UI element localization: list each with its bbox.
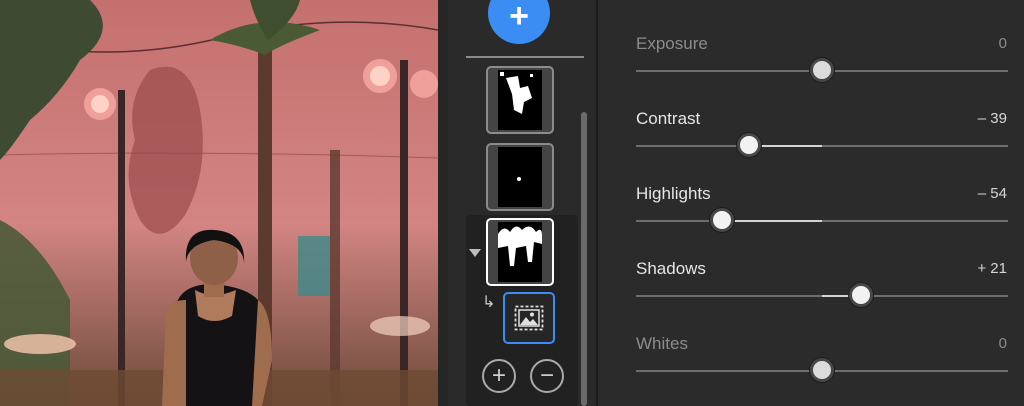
slider-value[interactable]: 0	[999, 35, 1007, 52]
masks-panel: + ↳ + −	[448, 0, 596, 406]
mask-preview	[498, 147, 542, 207]
slider-value[interactable]: – 39	[978, 110, 1007, 127]
subtract-from-mask-button[interactable]: −	[530, 359, 564, 393]
slider-label: Highlights	[636, 184, 711, 203]
slider-value[interactable]: + 21	[977, 260, 1007, 277]
photo-canvas[interactable]	[0, 0, 438, 406]
masked-photo-preview	[0, 0, 438, 406]
slider-row-shadows: Shadows + 21	[636, 259, 1008, 329]
image-mask-icon	[514, 305, 544, 331]
slider-row-whites: Whites 0	[636, 334, 1008, 404]
shadows-slider-track[interactable]	[636, 283, 1008, 307]
mask-preview	[498, 222, 542, 282]
adjustments-panel: Exposure 0 Contrast – 39 Highlights – 54…	[598, 0, 1024, 406]
exposure-slider-thumb[interactable]	[810, 58, 834, 82]
slider-row-highlights: Highlights – 54	[636, 184, 1008, 254]
slider-label: Exposure	[636, 34, 708, 53]
mask-thumbnail-1[interactable]	[486, 66, 554, 134]
whites-slider-thumb[interactable]	[810, 358, 834, 382]
slider-label: Contrast	[636, 109, 701, 128]
mask-thumbnail-selected[interactable]	[486, 218, 554, 286]
mask-shape	[498, 226, 542, 266]
slider-label: Whites	[636, 334, 688, 353]
contrast-slider-track[interactable]	[636, 133, 1008, 157]
plus-icon: +	[491, 361, 506, 389]
create-mask-button[interactable]: +	[488, 0, 550, 44]
sub-mask-arrow-icon: ↳	[482, 294, 496, 311]
exposure-slider-track[interactable]	[636, 58, 1008, 82]
mask-list-separator	[466, 56, 584, 58]
slider-row-contrast: Contrast – 39	[636, 109, 1008, 179]
mask-preview	[498, 70, 542, 130]
collapse-arrow-icon[interactable]	[469, 249, 481, 257]
mask-thumbnail-2[interactable]	[486, 143, 554, 211]
slider-value[interactable]: 0	[999, 335, 1007, 352]
contrast-slider-thumb[interactable]	[737, 133, 762, 157]
slider-label: Shadows	[636, 259, 706, 278]
sub-mask-thumbnail[interactable]	[503, 292, 555, 344]
slider-row-exposure: Exposure 0	[636, 34, 1008, 104]
mask-list-scrollbar[interactable]	[581, 112, 587, 406]
slider-fill	[721, 220, 822, 222]
panel-divider	[438, 0, 448, 406]
whites-slider-track[interactable]	[636, 358, 1008, 382]
mask-shape	[517, 177, 521, 181]
highlights-slider-track[interactable]	[636, 208, 1008, 232]
add-to-mask-button[interactable]: +	[482, 359, 516, 393]
slider-value[interactable]: – 54	[978, 185, 1007, 202]
mask-shape	[500, 72, 533, 114]
minus-icon: −	[539, 361, 554, 389]
shadows-slider-thumb[interactable]	[849, 283, 874, 307]
highlights-slider-thumb[interactable]	[709, 208, 734, 232]
plus-icon: +	[509, 0, 529, 35]
